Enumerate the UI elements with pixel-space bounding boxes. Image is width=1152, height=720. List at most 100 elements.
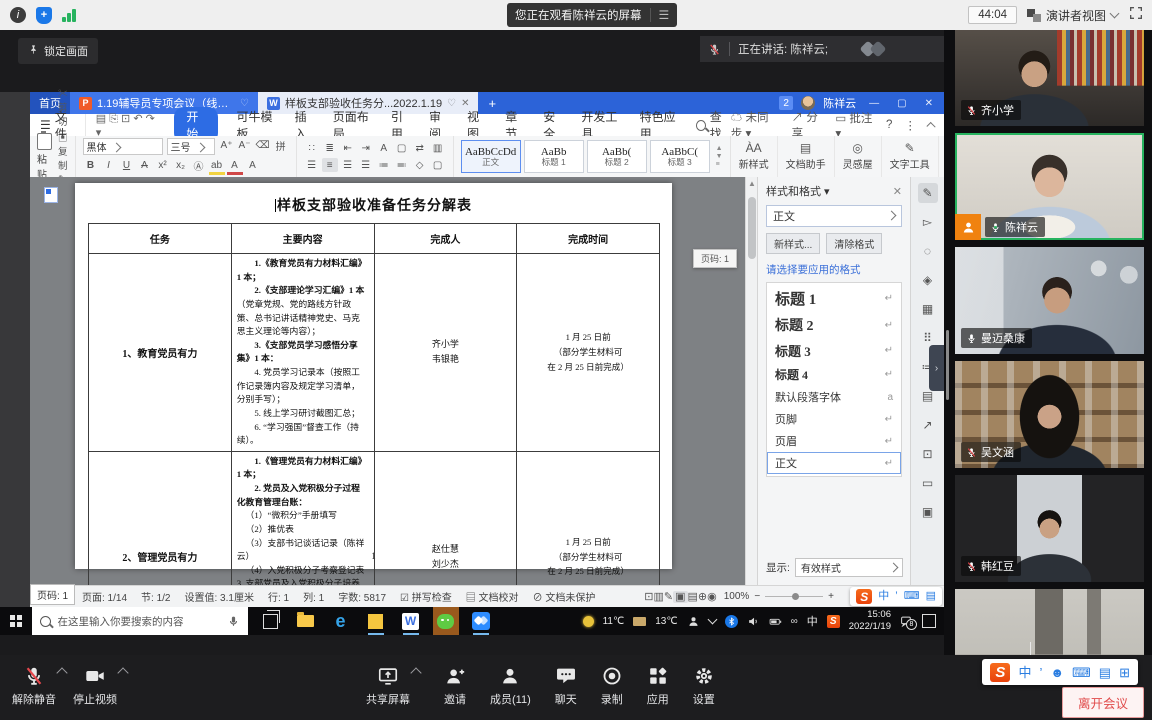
style-card-标题 3[interactable]: AaBbC(标题 3 — [650, 140, 710, 173]
document-canvas[interactable]: 样板支部验收准备任务分解表 任务主要内容完成人完成时间 1、教育党员有力1.《教… — [30, 177, 745, 585]
ribbon-tool-icon[interactable]: ≕ — [394, 158, 410, 172]
scrollbar-thumb[interactable] — [748, 197, 756, 259]
status-item[interactable]: ▤ 文档校对 — [466, 589, 519, 604]
control-share-screen[interactable]: 共享屏幕 — [366, 665, 410, 707]
ribbon-tool-icon[interactable]: ⇄ — [412, 141, 428, 155]
show-hidden-icons[interactable] — [707, 615, 717, 625]
participant-tile-陈祥云[interactable]: 陈祥云 — [955, 133, 1144, 240]
view-icon[interactable]: ✎ — [664, 591, 673, 603]
weather-alt-icon[interactable] — [633, 617, 646, 626]
panel-style-item[interactable]: 标题 1↵ — [767, 285, 901, 312]
panel-style-item[interactable]: 标题 2↵ — [767, 312, 901, 338]
rail-tool-icon[interactable]: ⊡ — [918, 444, 938, 464]
copy-button[interactable]: ▣ 复制 — [58, 130, 68, 172]
ribbon-tool-icon[interactable]: ☰ — [304, 158, 320, 172]
ribbon-button-文档助手[interactable]: ▤文档助手 — [778, 136, 835, 177]
zoom-slider[interactable] — [765, 596, 823, 598]
view-icon[interactable]: ▣ — [673, 591, 687, 603]
rail-tool-icon[interactable]: ▻ — [918, 212, 938, 232]
control-caret[interactable] — [410, 667, 421, 678]
ribbon-button-灵感屋[interactable]: ◎灵感屋 — [835, 136, 882, 177]
voice-search-icon[interactable] — [227, 615, 240, 628]
clear-format-button[interactable]: 清除格式 — [826, 233, 882, 254]
ribbon-tool-icon[interactable]: ≣ — [322, 141, 338, 155]
ribbon-tool-icon[interactable]: Ⓐ — [191, 158, 207, 172]
ribbon-tool-icon[interactable]: ∷ — [304, 141, 320, 155]
status-item[interactable]: 字数: 5817 — [338, 589, 386, 604]
sogou-ime-toolbar[interactable]: S中’☻⌨▤⊞ — [982, 659, 1138, 685]
ribbon-tool-icon[interactable]: x₂ — [173, 158, 189, 172]
lock-view-button[interactable]: 锁定画面 — [18, 38, 98, 64]
panel-collapse-handle[interactable]: › — [929, 345, 944, 391]
status-item[interactable]: ⊘ 文档未保护 — [533, 589, 596, 604]
panel-style-item[interactable]: 页眉↵ — [767, 430, 901, 452]
status-item[interactable]: 行: 1 — [268, 589, 289, 604]
status-item[interactable]: 页面: 1/14 — [82, 589, 127, 604]
docs-count-badge[interactable]: 2 — [779, 96, 793, 110]
voov-meeting-icon[interactable] — [468, 607, 494, 635]
ribbon-tool-icon[interactable]: ▥ — [430, 141, 446, 155]
battery-icon[interactable] — [769, 615, 782, 628]
wps-office-icon[interactable]: W — [398, 607, 424, 635]
taskbar-clock[interactable]: 15:06 2022/1/19 — [849, 609, 891, 634]
ribbon-tool-icon[interactable]: A — [376, 141, 392, 155]
ribbon-tool-icon[interactable]: A — [227, 158, 243, 175]
taskbar-search-input[interactable]: 在这里输入你要搜索的内容 — [32, 607, 248, 635]
ribbon-tool-icon[interactable]: ≡ — [322, 158, 338, 172]
ribbon-tool-icon[interactable]: U — [119, 158, 135, 172]
ribbon-tool-icon[interactable]: ☰ — [340, 158, 356, 172]
sogou-ime-bar[interactable]: S中’⌨▤ — [850, 587, 942, 606]
bluetooth-icon[interactable] — [725, 615, 738, 628]
ribbon-tool-icon[interactable]: 拼 — [273, 138, 289, 152]
status-item[interactable]: 节: 1/2 — [141, 589, 170, 604]
paste-button[interactable]: 粘贴 — [37, 133, 52, 181]
ribbon-tool-icon[interactable]: B — [83, 158, 99, 172]
ribbon-tool-icon[interactable]: I — [101, 158, 117, 172]
participant-tile-齐小学[interactable]: 齐小学 — [955, 30, 1144, 126]
participant-tile-曼迈桑康[interactable]: 曼迈桑康 — [955, 247, 1144, 354]
security-shield-icon[interactable]: + — [36, 7, 52, 24]
start-button[interactable] — [10, 615, 22, 627]
status-item[interactable]: ☑ 拼写检查 — [400, 589, 452, 604]
ribbon-tool-icon[interactable]: A — [245, 158, 261, 172]
control-caret[interactable] — [56, 667, 67, 678]
ribbon-tool-icon[interactable]: ▢ — [430, 158, 446, 172]
control-stop-video[interactable]: 停止视频 — [73, 665, 117, 707]
show-filter-select[interactable]: 有效样式 — [795, 558, 903, 577]
participant-tile-吴文涵[interactable]: 吴文涵 — [955, 361, 1144, 468]
rail-tool-icon[interactable]: ▭ — [918, 473, 938, 493]
ime-tool-icon[interactable]: ⌨ — [1072, 666, 1091, 679]
status-item[interactable]: 设置值: 3.1厘米 — [185, 589, 254, 604]
rail-tool-icon[interactable]: ▣ — [918, 502, 938, 522]
fullscreen-toggle-icon[interactable] — [1128, 5, 1144, 26]
control-unmute[interactable]: 解除静音 — [12, 665, 56, 707]
view-icon[interactable]: ◉ — [707, 591, 717, 603]
ime-tool-icon[interactable]: ’ — [895, 591, 897, 602]
ribbon-tool-icon[interactable]: ⇤ — [340, 141, 356, 155]
help-icon[interactable]: ? — [886, 119, 892, 131]
view-icon[interactable]: ▤ — [688, 591, 698, 603]
ribbon-tool-icon[interactable]: ab — [209, 158, 225, 175]
control-members[interactable]: 成员(11) — [490, 665, 531, 707]
sogou-tray-icon[interactable]: S — [827, 615, 840, 628]
sidebar-scrollbar[interactable] — [946, 330, 949, 400]
rail-tool-icon[interactable]: ◈ — [918, 270, 938, 290]
panel-style-item[interactable]: 正文↵ — [767, 452, 901, 474]
panel-style-item[interactable]: 标题 3↵ — [767, 338, 901, 363]
ribbon-tool-icon[interactable]: A — [137, 158, 153, 172]
control-invite[interactable]: 邀请 — [444, 665, 466, 707]
style-card-正文[interactable]: AaBbCcDd正文 — [461, 140, 521, 173]
new-style-button[interactable]: 新样式... — [766, 233, 820, 254]
ime-mode-icon[interactable]: 中 — [807, 613, 818, 629]
ribbon-tool-icon[interactable]: x² — [155, 158, 171, 172]
ime-tool-icon[interactable]: ’ — [1039, 666, 1042, 679]
panel-style-item[interactable]: 标题 4↵ — [767, 363, 901, 386]
minimize-button[interactable]: — — [864, 98, 884, 109]
document-page[interactable]: 样板支部验收准备任务分解表 任务主要内容完成人完成时间 1、教育党员有力1.《教… — [75, 183, 672, 569]
notification-icon[interactable]: 8 — [900, 615, 913, 628]
control-caret[interactable] — [117, 667, 128, 678]
user-avatar[interactable] — [801, 96, 815, 110]
ribbon-tool-icon[interactable]: ▢ — [394, 141, 410, 155]
font-name-select[interactable]: 黑体 — [83, 138, 163, 155]
ime-tool-icon[interactable]: ⌨ — [904, 591, 920, 602]
